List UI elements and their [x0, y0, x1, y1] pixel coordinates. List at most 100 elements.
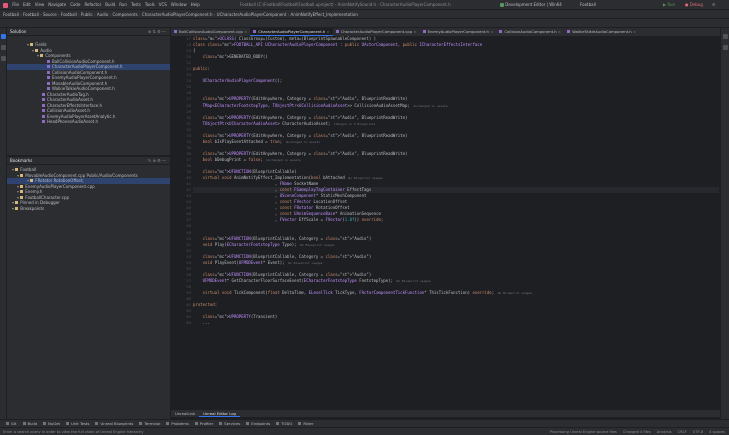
breadcrumb-item[interactable]: Components	[112, 12, 137, 17]
breadcrumb-item[interactable]: CharacterAudioPlayerComponent.h	[142, 12, 213, 17]
tree-item-label: Pinned in Debugger	[20, 200, 60, 205]
tool-window-button[interactable]: TODO	[276, 421, 292, 426]
menu-item-run[interactable]: Run	[119, 2, 127, 7]
breadcrumb-item[interactable]: Source	[43, 12, 57, 17]
line-number: 64	[186, 321, 191, 326]
breadcrumb-item[interactable]: Football	[61, 12, 77, 17]
close-icon[interactable]: ×	[557, 29, 561, 34]
tool-window-button[interactable]: Terminal	[139, 421, 160, 426]
editor-tab[interactable]: WalkieTalkieAudioComponent.h ×	[564, 28, 639, 36]
breadcrumb-item[interactable]: Public	[81, 12, 93, 17]
status-item[interactable]: UTF-8	[693, 430, 703, 434]
editor-tab[interactable]: CharacterAudioPlayerComponent.cpp ×	[333, 28, 420, 36]
status-item[interactable]: 4 spaces	[709, 430, 725, 434]
menu-item-edit[interactable]: Edit	[23, 2, 31, 7]
code-editor[interactable]: class="mc">UCLASS( ClassGroup=(Custom), …	[193, 36, 719, 409]
project-label: Football	[580, 2, 596, 7]
file-icon	[47, 70, 50, 74]
close-icon[interactable]: ×	[325, 29, 330, 34]
close-icon[interactable]: ×	[632, 29, 636, 34]
tree-item-label: CharacterAudioTag.h	[47, 91, 89, 97]
explorer-tool-icon[interactable]	[1, 56, 6, 61]
solution-tool-icon[interactable]	[1, 34, 6, 39]
breadcrumb-item[interactable]: AnimNotifyEffect_Implementation	[291, 12, 358, 17]
tool-window-button[interactable]: Services	[219, 421, 240, 426]
tool-window-button[interactable]: Unreal Blueprints	[95, 421, 133, 426]
editor-tab[interactable]: CollisionAudioComponent.h ×	[496, 28, 564, 36]
status-item[interactable]: Analysis	[657, 430, 672, 434]
inline-hint: Unchanged in assets	[262, 157, 301, 162]
file-icon	[15, 201, 19, 204]
tool-icon	[276, 422, 280, 425]
editor-tab[interactable]: CharacterAudioPlayerComponent.h ×	[250, 28, 333, 36]
breadcrumb-item[interactable]: Football	[23, 12, 39, 17]
tool-icon	[298, 422, 302, 425]
run-button[interactable]: ▶ Run	[660, 0, 678, 9]
status-item[interactable]: Processing Unreal Engine source files	[550, 430, 617, 434]
tool-window-label: Unit Tests	[71, 421, 90, 426]
solution-panel-title: Solution	[10, 29, 27, 34]
menu-item-tools[interactable]: Tools	[145, 2, 155, 7]
menu-item-tests[interactable]: Tests	[131, 2, 141, 7]
status-item[interactable]: CRLF	[678, 430, 687, 434]
database-icon[interactable]	[723, 45, 728, 50]
tree-item[interactable]: ▾ Breakpoints	[7, 206, 170, 212]
close-icon[interactable]: ×	[489, 29, 493, 34]
panel-options-icon[interactable]: ✎ ⊕ ⚙ —	[148, 157, 166, 165]
notifications-icon[interactable]	[723, 34, 728, 39]
breadcrumb-item[interactable]: Audio	[97, 12, 108, 17]
code-line[interactable]: ...	[193, 320, 719, 326]
tree-item[interactable]: HeadPhonesAudioAsset.h	[7, 119, 170, 125]
inline-hint: No Blueprint usages	[344, 176, 383, 181]
close-icon[interactable]: ×	[412, 29, 416, 34]
editor-tab[interactable]: BallCollisionAudioComponent.cpp ×	[171, 28, 250, 36]
tree-item-label: MovableAudioComponent.cpp Public/Audio/C…	[25, 172, 138, 178]
menu-item-help[interactable]: Help	[191, 2, 200, 7]
breadcrumb: Football › Football › Source › Football …	[0, 9, 729, 18]
tool-window-button[interactable]: Endpoints	[246, 421, 270, 426]
tool-window-label: Profiler	[199, 421, 214, 426]
tool-window-button[interactable]: Rider	[298, 421, 313, 426]
tool-window-button[interactable]: Build	[22, 421, 37, 426]
menu-item-refactor[interactable]: Refactor	[84, 2, 101, 7]
header-file-icon	[335, 30, 339, 33]
solution-tree: ▾ Fields ▾ Audio ▾ Components BallCollision…	[7, 36, 170, 125]
menu-item-build[interactable]: Build	[105, 2, 115, 7]
tree-item-label: Fields	[35, 42, 47, 47]
tool-window-button[interactable]: Problems	[166, 421, 189, 426]
breadcrumb-item[interactable]: Football	[3, 12, 19, 17]
panel-options-icon[interactable]: ⊕ ⇅ ⚙ —	[148, 28, 166, 36]
menu-item-vcs[interactable]: VCS	[159, 2, 167, 7]
bottom-tab[interactable]: Unreal Editor Log	[199, 411, 240, 417]
project-selector[interactable]: Football	[580, 0, 596, 9]
menu-item-navigate[interactable]: Navigate	[48, 2, 66, 7]
tool-window-button[interactable]: Unit Tests	[66, 421, 89, 426]
menu-item-file[interactable]: File	[12, 2, 19, 7]
tool-icon	[95, 422, 99, 425]
menu-item-window[interactable]: Window	[171, 2, 187, 7]
status-item[interactable]: Changed 4 files	[623, 430, 651, 434]
tree-item-label: EnemyAudioPlayerComponent.cpp	[25, 183, 95, 189]
commit-tool-icon[interactable]	[1, 45, 6, 50]
menu-item-code[interactable]: Code	[70, 2, 80, 7]
run-config-selector[interactable]: Development Editor | Win64	[500, 0, 562, 9]
run-label: Run	[667, 2, 676, 7]
menu-item-view[interactable]: View	[35, 2, 45, 7]
breadcrumb-item[interactable]: UCharacterAudioPlayerComponent	[217, 12, 287, 17]
title-bar: File Edit View Navigate Code Refactor Build Run…	[0, 0, 729, 9]
main-menu: File Edit View Navigate Code Refactor Build Run…	[12, 2, 203, 7]
tool-window-button[interactable]: NuGet	[43, 421, 60, 426]
file-icon	[15, 168, 19, 171]
inline-hint: No Blueprint usages	[284, 260, 323, 265]
settings-icon[interactable]: ⚙	[712, 0, 716, 9]
tool-window-button[interactable]: Git	[6, 421, 17, 426]
bottom-tab[interactable]: UnrealLink	[171, 411, 199, 416]
close-icon[interactable]: ×	[243, 29, 247, 34]
editor-tab[interactable]: EnemyAudioPlayerComponent.h ×	[420, 28, 497, 36]
tree-item-label: WalkieTalkieAudioComponent.h	[52, 86, 115, 91]
header-file-icon	[499, 30, 503, 33]
tool-window-button[interactable]: Profiler	[194, 421, 214, 426]
debug-button[interactable]: ● Debug	[682, 0, 706, 9]
tool-icon	[139, 422, 143, 425]
bookmarks-tree: ▾ Football ▾ MovableAudioComponent.cpp Pu…	[7, 165, 170, 211]
